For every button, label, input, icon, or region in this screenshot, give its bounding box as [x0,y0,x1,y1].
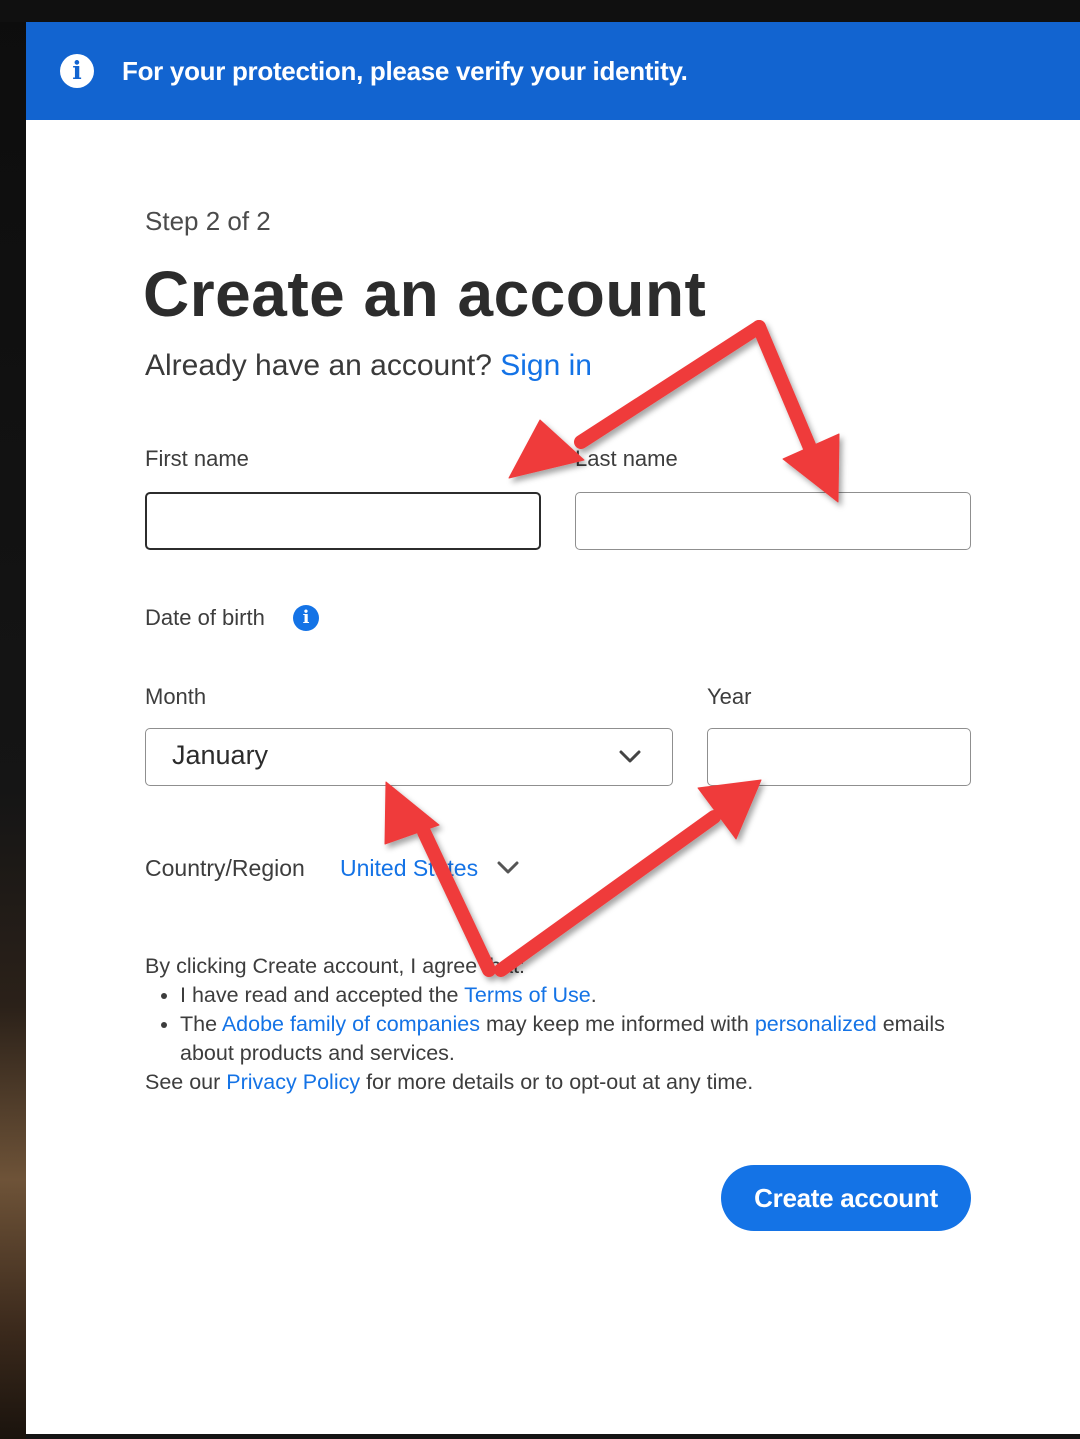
first-name-label: First name [145,446,249,471]
arrow-head-icon [384,781,440,845]
legal-text: I have read and accepted the [180,983,465,1007]
personalized-link[interactable]: personalized [755,1012,877,1036]
legal-text: for more details or to opt-out at any ti… [360,1070,754,1094]
legal-item-emails: The Adobe family of companies may keep m… [180,1010,965,1068]
chevron-down-icon [619,750,641,763]
legal-text: See our [145,1070,227,1094]
last-name-input[interactable] [575,492,971,550]
legal-item-terms: I have read and accepted the Terms of Us… [180,981,965,1010]
date-of-birth-label: Date of birth [145,605,265,630]
month-value: January [172,740,269,770]
country-region-select[interactable]: United States [340,853,478,883]
adobe-family-link[interactable]: Adobe family of companies [222,1012,480,1036]
first-name-input[interactable] [145,492,541,550]
step-indicator: Step 2 of 2 [145,206,271,236]
arrow-to-first-name [574,320,766,449]
info-icon[interactable]: i [293,605,319,631]
verification-banner: i For your protection, please verify you… [26,22,1080,120]
privacy-policy-link[interactable]: Privacy Policy [226,1070,360,1094]
create-account-button[interactable]: Create account [721,1165,971,1231]
legal-intro: By clicking Create account, I agree that… [145,954,526,978]
legal-list: I have read and accepted the Terms of Us… [145,981,965,1068]
arrow-to-year [494,810,721,977]
background-left [0,0,26,1439]
create-account-dialog: i For your protection, please verify you… [26,22,1080,1434]
already-have-account-text: Already have an account? [145,349,492,382]
arrow-to-last-name [752,320,823,469]
info-icon: i [60,54,94,88]
privacy-note: See our Privacy Policy for more details … [145,1068,965,1097]
legal-text: The [180,1012,222,1036]
banner-message: For your protection, please verify your … [122,56,688,86]
legal-text: . [590,983,597,1007]
year-label: Year [707,684,752,709]
country-region-label: Country/Region [145,855,305,881]
arrow-head-icon [697,779,762,840]
chevron-down-icon[interactable] [496,860,520,876]
terms-of-use-link[interactable]: Terms of Use [464,983,591,1007]
year-input[interactable] [707,728,971,786]
background-top [0,0,1080,22]
sign-in-link[interactable]: Sign in [500,349,592,382]
page-title: Create an account [143,258,707,330]
last-name-label: Last name [575,446,678,471]
month-label: Month [145,684,207,709]
arrow-head-icon [508,419,585,479]
sign-in-prompt: Already have an account? Sign in [145,346,592,386]
month-select[interactable]: January [145,728,673,786]
legal-text: may keep me informed with [479,1012,755,1036]
legal-agreement: By clicking Create account, I agree that… [145,952,965,1097]
